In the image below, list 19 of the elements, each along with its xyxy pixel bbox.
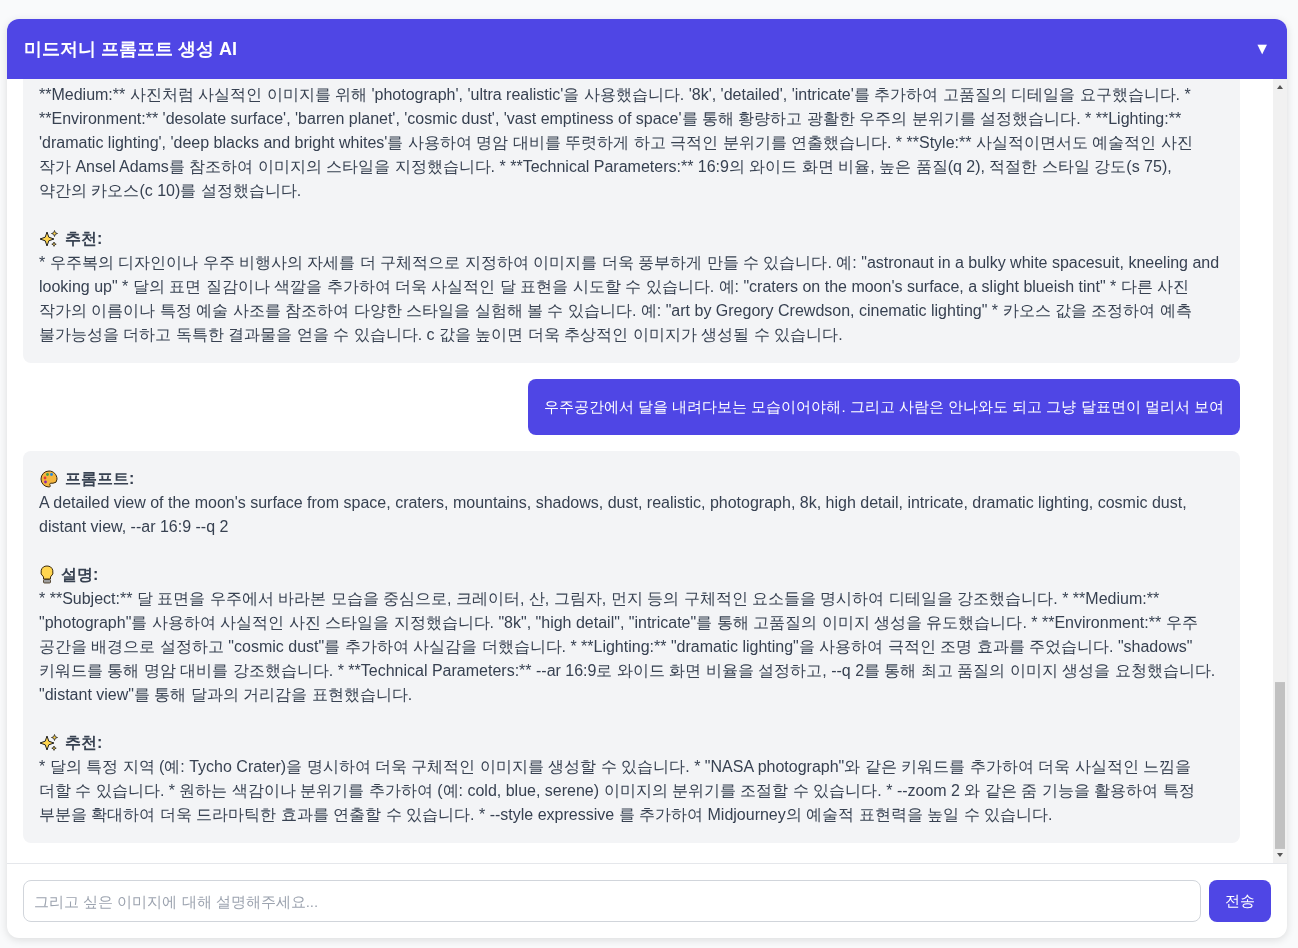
section-heading: 프롬프트: — [65, 469, 135, 489]
send-button[interactable]: 전송 — [1209, 880, 1271, 922]
message-text: * 우주복의 디자인이나 우주 비행사의 자세를 더 구체적으로 지정하여 이미지를 더욱 풍부하게 만들 수 있습니다. 예: "astronaut in a bulky white spacesuit, kneeling and looking up" * 달의 표면 질감이나 색깔을 추가하여 더욱 사실적인 달 표현을 시도할 수 있습니다. 예: "craters on the moon's surface, a slight blueish tint" * 다른 사진 작가의 이름이나 특정 예술 사조를 참조하여 다양한 스타일을 실험해 볼 수 있습니다. 예: "art by Gregory Crewdson, cinematic lighting" * 카오스 값을 조정하여 예측 불가능성을 더하고 독특한 결과물을 얻을 수 있습니다. c 값을 높이면 더욱 추상적인 이미지가 생성될 수 있습니다. — [39, 253, 1221, 345]
palette-icon — [39, 469, 59, 489]
section-heading: 설명: — [61, 565, 99, 585]
section-heading: 추천: — [65, 229, 103, 249]
prompt-input[interactable]: 그리고 싶은 이미지에 대해 설명해주세요... — [23, 880, 1201, 922]
scrollbar[interactable] — [1273, 79, 1287, 863]
message-text: **Medium:** 사진처럼 사실적인 이미지를 위해 'photograph', 'ultra realistic'을 사용했습니다. '8k', 'detailed', 'intricate'를 추가하여 고품질의 디테일을 요구했습니다. * **Environment:** 'desolate surface', 'barren planet', 'cosmic dust', 'vast emptiness of space'를 통해 황량하고 광활한 우주의 분위기를 설정했습니다. * **Lighting:** 'dramatic lighting', 'deep blacks and bright whites'를 사용하여 명암 대비를 뚜렷하게 하고 극적인 분위기를 연출했습니다. * **Style:** 사실적이면서도 예술적인 사진 작가 Ansel Adams를 참조하여 이미지의 스타일을 지정했습니다. * **Technical Parameters:** 16:9의 와이드 화면 비율, 높은 품질(q 2), 적절한 스타일 강도(s 75), 약간의 카오스(c 10)를 설정했습니다. — [39, 85, 1194, 201]
sparkles-icon — [39, 733, 59, 753]
collapse-button[interactable]: ▼ — [1254, 40, 1270, 58]
user-message: 우주공간에서 달을 내려다보는 모습이어야해. 그리고 사람은 안나와도 되고 그냥 달표면이 멀리서 보여 — [528, 379, 1240, 435]
message-text: * **Subject:** 달 표면을 우주에서 바라본 모습을 중심으로, 크레이터, 산, 그림자, 먼지 등의 구체적인 요소들을 명시하여 디테일을 강조했습니다. * **Medium:** "photograph"를 사용하여 사실적인 사진 스타일을 지정했습니다. "8k", "high detail", "intricate"를 통해 고품질의 이미지 생성을 유도했습니다. * **Environment:** 우주 공간을 배경으로 설정하고 "cosmic dust"를 추가하여 사실감을 더했습니다. * **Lighting:** "dramatic lighting"을 사용하여 극적인 조명 효과를 주었습니다. "shadows" 키워드를 통해 명암 대비를 강조했습니다. * **Technical Parameters:** --ar 16:9로 와이드 화면 비율을 설정하고, --q 2를 통해 최고 품질의 이미지 생성을 요청했습니다. "distant view"를 통해 달과의 거리감을 표현했습니다. — [39, 589, 1217, 705]
lightbulb-icon — [39, 565, 55, 585]
section-heading: 추천: — [65, 733, 103, 753]
message-text: A detailed view of the moon's surface from space, craters, mountains, shadows, dust, realistic, photograph, 8k, high detail, intricate, dramatic lighting, cosmic dust, distant view, --ar 16:9 --q 2 — [39, 493, 1188, 537]
sparkles-icon — [39, 229, 59, 249]
app-title: 미드저니 프롬프트 생성 AI — [24, 38, 237, 61]
message-text: * 달의 특정 지역 (예: Tycho Crater)을 명시하여 더욱 구체적인 이미지를 생성할 수 있습니다. * "NASA photograph"와 같은 키워드를 추가하여 더욱 사실적인 느낌을 더할 수 있습니다. * 원하는 색감이나 분위기를 추가하여 (예: cold, blue, serene) 이미지의 분위기를 조절할 수 있습니다. * --zoom 2 와 같은 줌 기능을 활용하여 특정 부분을 확대하여 더욱 드라마틱한 효과를 연출할 수 있습니다. * --style expressive 를 추가하여 Midjourney의 예술적 표현력을 높일 수 있습니다. — [39, 757, 1196, 825]
